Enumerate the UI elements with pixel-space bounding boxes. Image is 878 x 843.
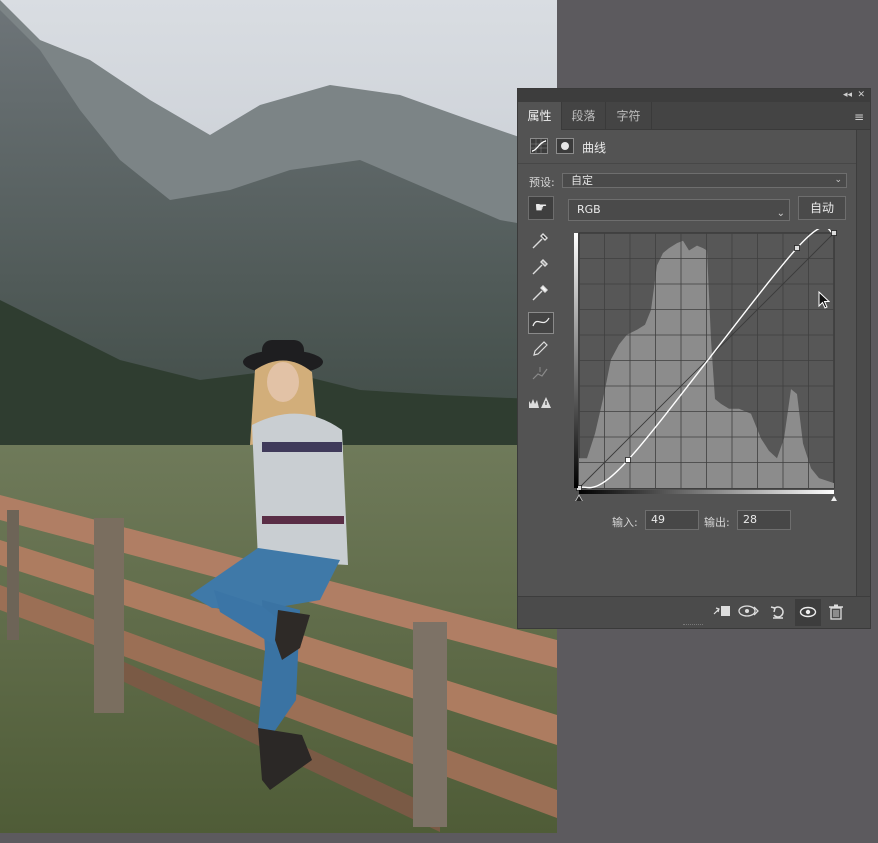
preset-value: 自定 bbox=[571, 174, 593, 187]
collapse-panel-icon[interactable]: ◂◂ bbox=[843, 89, 852, 102]
resize-grip[interactable] bbox=[683, 624, 703, 627]
panel-titlebar[interactable]: ◂◂ ✕ bbox=[518, 89, 870, 102]
clipping-warning-icon[interactable] bbox=[528, 395, 552, 417]
panel-bottom-bar bbox=[518, 596, 870, 628]
canvas-gutter bbox=[0, 833, 557, 843]
tab-paragraph[interactable]: 段落 bbox=[562, 102, 606, 130]
layer-mask-icon[interactable] bbox=[556, 138, 574, 154]
close-icon[interactable]: ✕ bbox=[857, 89, 865, 102]
input-field[interactable]: 49 bbox=[645, 510, 699, 530]
output-label: 输出: bbox=[704, 516, 730, 529]
pencil-icon[interactable] bbox=[528, 339, 552, 361]
curve-graph[interactable] bbox=[572, 229, 838, 501]
clip-to-layer-icon[interactable] bbox=[711, 604, 733, 622]
output-gradient-bar bbox=[574, 233, 578, 488]
input-output-row: 输入: 49 输出: 28 bbox=[518, 509, 870, 533]
input-label: 输入: bbox=[612, 516, 638, 529]
gray-eyedropper-icon[interactable] bbox=[528, 257, 552, 279]
curve-point-icon[interactable] bbox=[528, 312, 554, 334]
curves-adjustment-icon[interactable] bbox=[530, 138, 548, 154]
white-point-slider bbox=[830, 494, 838, 501]
smooth-icon bbox=[528, 364, 552, 386]
preset-label: 预设: bbox=[529, 176, 555, 189]
curve-point bbox=[831, 230, 837, 236]
trash-icon[interactable] bbox=[825, 604, 847, 622]
chevron-down-icon: ⌄ bbox=[834, 175, 842, 185]
tab-properties[interactable]: 属性 bbox=[518, 102, 562, 130]
document-photo bbox=[0, 0, 557, 833]
panel-tab-bar: 属性 段落 字符 ≡ bbox=[518, 102, 870, 130]
chevron-down-icon: ⌄ bbox=[776, 208, 785, 219]
channel-value: RGB bbox=[577, 203, 601, 216]
reset-icon[interactable] bbox=[767, 604, 789, 622]
panel-menu-icon[interactable]: ≡ bbox=[854, 110, 864, 124]
adjustment-title: 曲线 bbox=[582, 141, 607, 155]
hand-target-icon[interactable]: ☛ bbox=[528, 196, 554, 220]
adjustment-header: 曲线 bbox=[518, 130, 870, 164]
mouse-cursor-icon bbox=[818, 291, 830, 309]
properties-panel: ◂◂ ✕ 属性 段落 字符 ≡ 曲线 预设: 自定 ⌄ ☛ RGB ⌄ 自动 输… bbox=[517, 88, 871, 629]
eye-icon[interactable] bbox=[795, 599, 821, 626]
panel-scrollbar[interactable] bbox=[856, 130, 870, 596]
view-previous-icon[interactable] bbox=[738, 604, 760, 622]
curve-point bbox=[794, 245, 800, 251]
input-gradient-bar bbox=[579, 490, 834, 494]
black-eyedropper-icon[interactable] bbox=[528, 231, 552, 253]
curve-point bbox=[625, 457, 631, 463]
channel-dropdown[interactable]: RGB ⌄ bbox=[568, 199, 790, 221]
output-field[interactable]: 28 bbox=[737, 510, 791, 530]
black-point-slider bbox=[575, 494, 583, 501]
white-eyedropper-icon[interactable] bbox=[528, 283, 552, 305]
preset-dropdown[interactable]: 自定 ⌄ bbox=[562, 173, 847, 188]
auto-button[interactable]: 自动 bbox=[798, 196, 846, 220]
tab-character[interactable]: 字符 bbox=[606, 102, 652, 130]
